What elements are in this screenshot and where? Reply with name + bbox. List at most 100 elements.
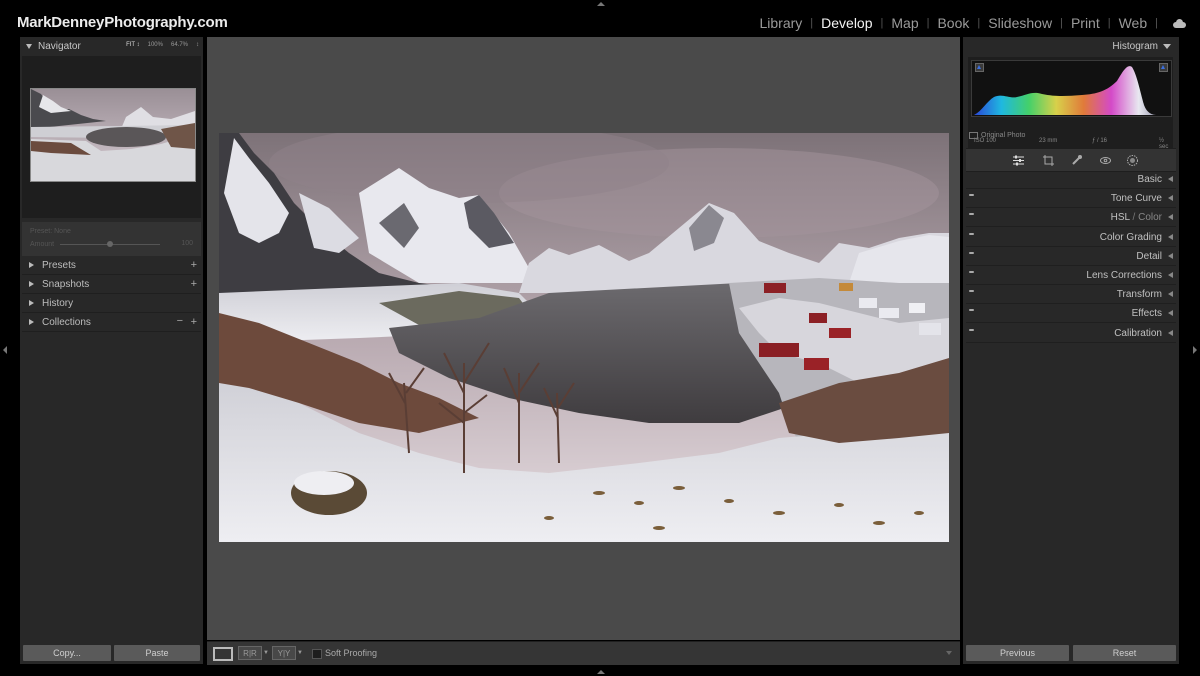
- panel-hsl-color[interactable]: HSL / Color: [966, 208, 1176, 227]
- presets-section[interactable]: Presets +: [22, 256, 201, 275]
- expand-triangle-icon: [29, 262, 34, 268]
- module-book[interactable]: Book: [935, 15, 971, 31]
- navigator-thumbnail[interactable]: [30, 88, 196, 182]
- expand-triangle-icon: [1168, 176, 1173, 182]
- panel-switch-icon[interactable]: [969, 194, 974, 196]
- module-slideshow[interactable]: Slideshow: [986, 15, 1054, 31]
- tone-curve-label: Tone Curve: [1110, 192, 1162, 204]
- collections-section[interactable]: Collections − +: [22, 313, 201, 332]
- zoom-fit[interactable]: FIT ↕: [126, 42, 140, 48]
- aperture-value: ƒ / 16: [1092, 138, 1108, 144]
- expand-triangle-icon: [1168, 253, 1173, 259]
- panel-switch-icon[interactable]: [969, 252, 974, 254]
- histogram-header[interactable]: Histogram: [1112, 41, 1171, 52]
- zoom-more[interactable]: ↕: [196, 42, 199, 48]
- navigator-title: Navigator: [38, 41, 81, 52]
- module-web[interactable]: Web: [1117, 15, 1150, 31]
- panel-switch-icon[interactable]: [969, 271, 974, 273]
- before-after-dropdown-icon[interactable]: ▼: [263, 650, 269, 656]
- collapse-left-arrow-icon[interactable]: [3, 346, 7, 354]
- add-snapshot-button[interactable]: +: [191, 278, 197, 290]
- edit-sliders-icon[interactable]: [1012, 154, 1025, 167]
- collections-label: Collections: [42, 316, 91, 328]
- expand-triangle-icon: [1168, 291, 1173, 297]
- bottom-toolbar: R|R ▼ Y|Y ▼ Soft Proofing: [207, 641, 960, 665]
- top-bar: MarkDenneyPhotography.com Library | Deve…: [0, 0, 1200, 38]
- panel-transform[interactable]: Transform: [966, 285, 1176, 304]
- main-photo[interactable]: [219, 133, 949, 542]
- panel-switch-icon[interactable]: [969, 329, 974, 331]
- panel-color-grading[interactable]: Color Grading: [966, 228, 1176, 247]
- collapse-bottom-arrow-icon[interactable]: [597, 670, 605, 674]
- red-eye-icon[interactable]: [1099, 154, 1112, 167]
- soft-proofing-checkbox[interactable]: [312, 649, 322, 659]
- panel-switch-icon[interactable]: [969, 309, 974, 311]
- original-photo-toggle[interactable]: Original Photo: [969, 132, 1025, 139]
- before-after-swap-icon[interactable]: Y|Y: [272, 646, 296, 660]
- amount-label: Amount: [30, 241, 55, 248]
- panel-lens-corrections[interactable]: Lens Corrections: [966, 266, 1176, 285]
- expand-triangle-icon: [29, 281, 34, 287]
- panel-basic[interactable]: Basic: [966, 170, 1176, 189]
- expand-triangle-icon: [1168, 330, 1173, 336]
- reset-button[interactable]: Reset: [1073, 645, 1176, 661]
- toolbar-options-icon[interactable]: [946, 651, 952, 655]
- shadow-clipping-icon[interactable]: [975, 63, 984, 72]
- color-label[interactable]: Color: [1138, 212, 1162, 223]
- add-preset-button[interactable]: +: [191, 259, 197, 271]
- crop-icon[interactable]: [1042, 154, 1055, 167]
- loupe-view-icon[interactable]: [213, 647, 233, 661]
- expand-triangle-icon: [1168, 272, 1173, 278]
- amount-slider-knob[interactable]: [107, 241, 113, 247]
- module-print[interactable]: Print: [1069, 15, 1102, 31]
- expand-triangle-icon: [1168, 234, 1173, 240]
- highlight-clipping-icon[interactable]: [1159, 63, 1168, 72]
- expand-triangle-icon: [1168, 214, 1173, 220]
- amount-value: 100: [181, 240, 193, 247]
- zoom-100[interactable]: 100%: [148, 42, 163, 48]
- panel-switch-icon[interactable]: [969, 213, 974, 215]
- masking-icon[interactable]: [1126, 154, 1139, 167]
- remove-collection-button[interactable]: −: [177, 315, 183, 327]
- add-collection-button[interactable]: +: [191, 316, 197, 328]
- panel-switch-icon[interactable]: [969, 290, 974, 292]
- panel-switch-icon[interactable]: [969, 233, 974, 235]
- identity-plate: MarkDenneyPhotography.com: [17, 14, 228, 31]
- snapshots-section[interactable]: Snapshots +: [22, 275, 201, 294]
- detail-label: Detail: [1136, 250, 1162, 262]
- expand-triangle-icon: [29, 300, 34, 306]
- histogram-graph[interactable]: [971, 60, 1172, 117]
- calibration-label: Calibration: [1114, 327, 1162, 339]
- swap-dropdown-icon[interactable]: ▼: [297, 650, 303, 656]
- original-photo-icon: [969, 132, 978, 139]
- module-picker: Library | Develop | Map | Book | Slidesh…: [757, 13, 1200, 33]
- basic-label: Basic: [1137, 173, 1162, 185]
- panel-tone-curve[interactable]: Tone Curve: [966, 189, 1176, 208]
- right-panel: Histogram ISO 100 23 mm ƒ / 16 ½ sec Ori…: [963, 37, 1179, 664]
- collapse-top-arrow-icon[interactable]: [597, 2, 605, 6]
- module-map[interactable]: Map: [889, 15, 920, 31]
- history-section[interactable]: History: [22, 294, 201, 313]
- panel-calibration[interactable]: Calibration: [966, 324, 1176, 343]
- snapshots-label: Snapshots: [42, 278, 90, 290]
- preset-amount-panel: Preset: None Amount 100: [22, 222, 201, 256]
- color-grading-label: Color Grading: [1099, 231, 1162, 243]
- transform-label: Transform: [1116, 288, 1162, 300]
- healing-icon[interactable]: [1070, 154, 1083, 167]
- copy-button[interactable]: Copy...: [23, 645, 111, 661]
- panel-effects[interactable]: Effects: [966, 304, 1176, 323]
- left-panel: Navigator FIT ↕ 100% 64.7% ↕ Preset: Non…: [20, 37, 203, 664]
- module-library[interactable]: Library: [757, 15, 804, 31]
- expand-triangle-icon: [1168, 310, 1173, 316]
- navigator-header[interactable]: Navigator FIT ↕ 100% 64.7% ↕: [20, 37, 203, 56]
- zoom-custom[interactable]: 64.7%: [171, 42, 188, 48]
- before-after-icon[interactable]: R|R: [238, 646, 262, 660]
- hsl-label[interactable]: HSL: [1111, 212, 1130, 223]
- paste-button[interactable]: Paste: [114, 645, 200, 661]
- previous-button[interactable]: Previous: [966, 645, 1069, 661]
- cloud-sync-icon[interactable]: [1172, 18, 1186, 28]
- module-develop[interactable]: Develop: [819, 15, 874, 31]
- panel-detail[interactable]: Detail: [966, 247, 1176, 266]
- navigator-zoom-options: FIT ↕ 100% 64.7% ↕: [126, 42, 199, 48]
- collapse-right-arrow-icon[interactable]: [1193, 346, 1197, 354]
